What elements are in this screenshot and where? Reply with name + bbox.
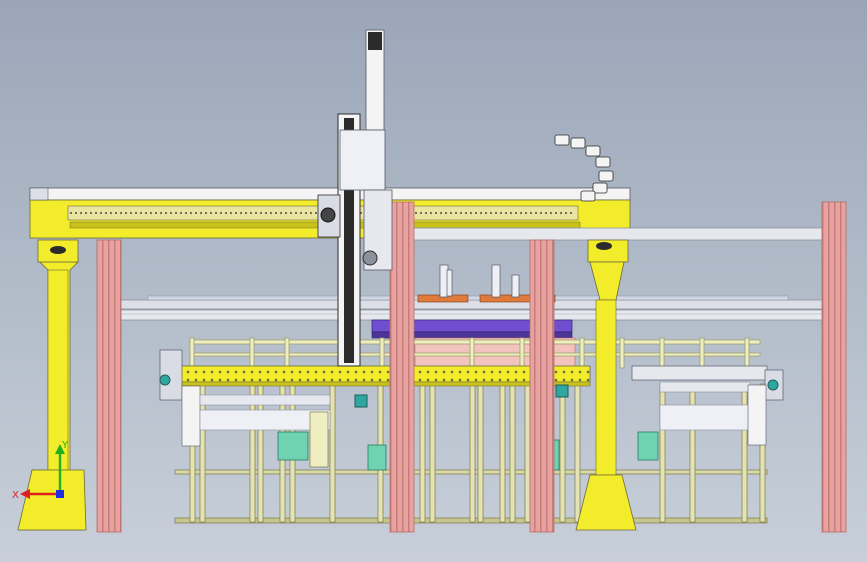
guard-post xyxy=(189,337,195,369)
frame-leg xyxy=(559,383,566,523)
y-axis-label: Y xyxy=(61,440,69,451)
rear-aluminum-beam xyxy=(119,295,826,321)
chain-link xyxy=(570,137,586,149)
gripper-post xyxy=(511,274,520,298)
guard-post xyxy=(744,337,750,369)
guard-post xyxy=(379,337,385,369)
pink-pillar xyxy=(529,239,555,533)
chain-link xyxy=(595,156,611,168)
frame-leg xyxy=(429,383,436,523)
chain-link xyxy=(598,170,614,182)
guard-post xyxy=(519,337,525,369)
chain-link xyxy=(580,190,596,202)
pink-pillar xyxy=(821,201,847,533)
frame-leg xyxy=(329,383,336,523)
chain-link xyxy=(554,134,570,146)
cad-viewport[interactable]: X Y xyxy=(0,0,867,562)
guard-post xyxy=(619,337,625,369)
frame-leg xyxy=(469,383,476,523)
frame-leg xyxy=(499,383,506,523)
chain-link xyxy=(585,145,601,157)
guard-post xyxy=(579,337,585,369)
guard-post xyxy=(699,337,705,369)
conveyor-bed xyxy=(179,365,591,387)
gantry-robot-drawing: X Y xyxy=(12,29,847,533)
servo-motor-icon xyxy=(277,431,309,461)
frame-leg xyxy=(574,383,581,523)
chain-link xyxy=(592,182,608,194)
gripper-post xyxy=(491,264,501,298)
guard-post xyxy=(284,337,290,369)
pink-pillar xyxy=(96,239,122,533)
guard-post xyxy=(249,337,255,369)
left-yellow-column xyxy=(17,239,87,531)
x-axis-label: X xyxy=(12,490,19,501)
frame-leg xyxy=(419,383,426,523)
frame-leg xyxy=(509,383,516,523)
pink-pillar xyxy=(389,201,415,533)
guard-post xyxy=(469,337,475,369)
frame-leg xyxy=(477,383,484,523)
gripper-post xyxy=(446,269,453,297)
guard-post xyxy=(659,337,665,369)
gantry-x-beam xyxy=(29,187,823,241)
frame-leg xyxy=(524,383,531,523)
